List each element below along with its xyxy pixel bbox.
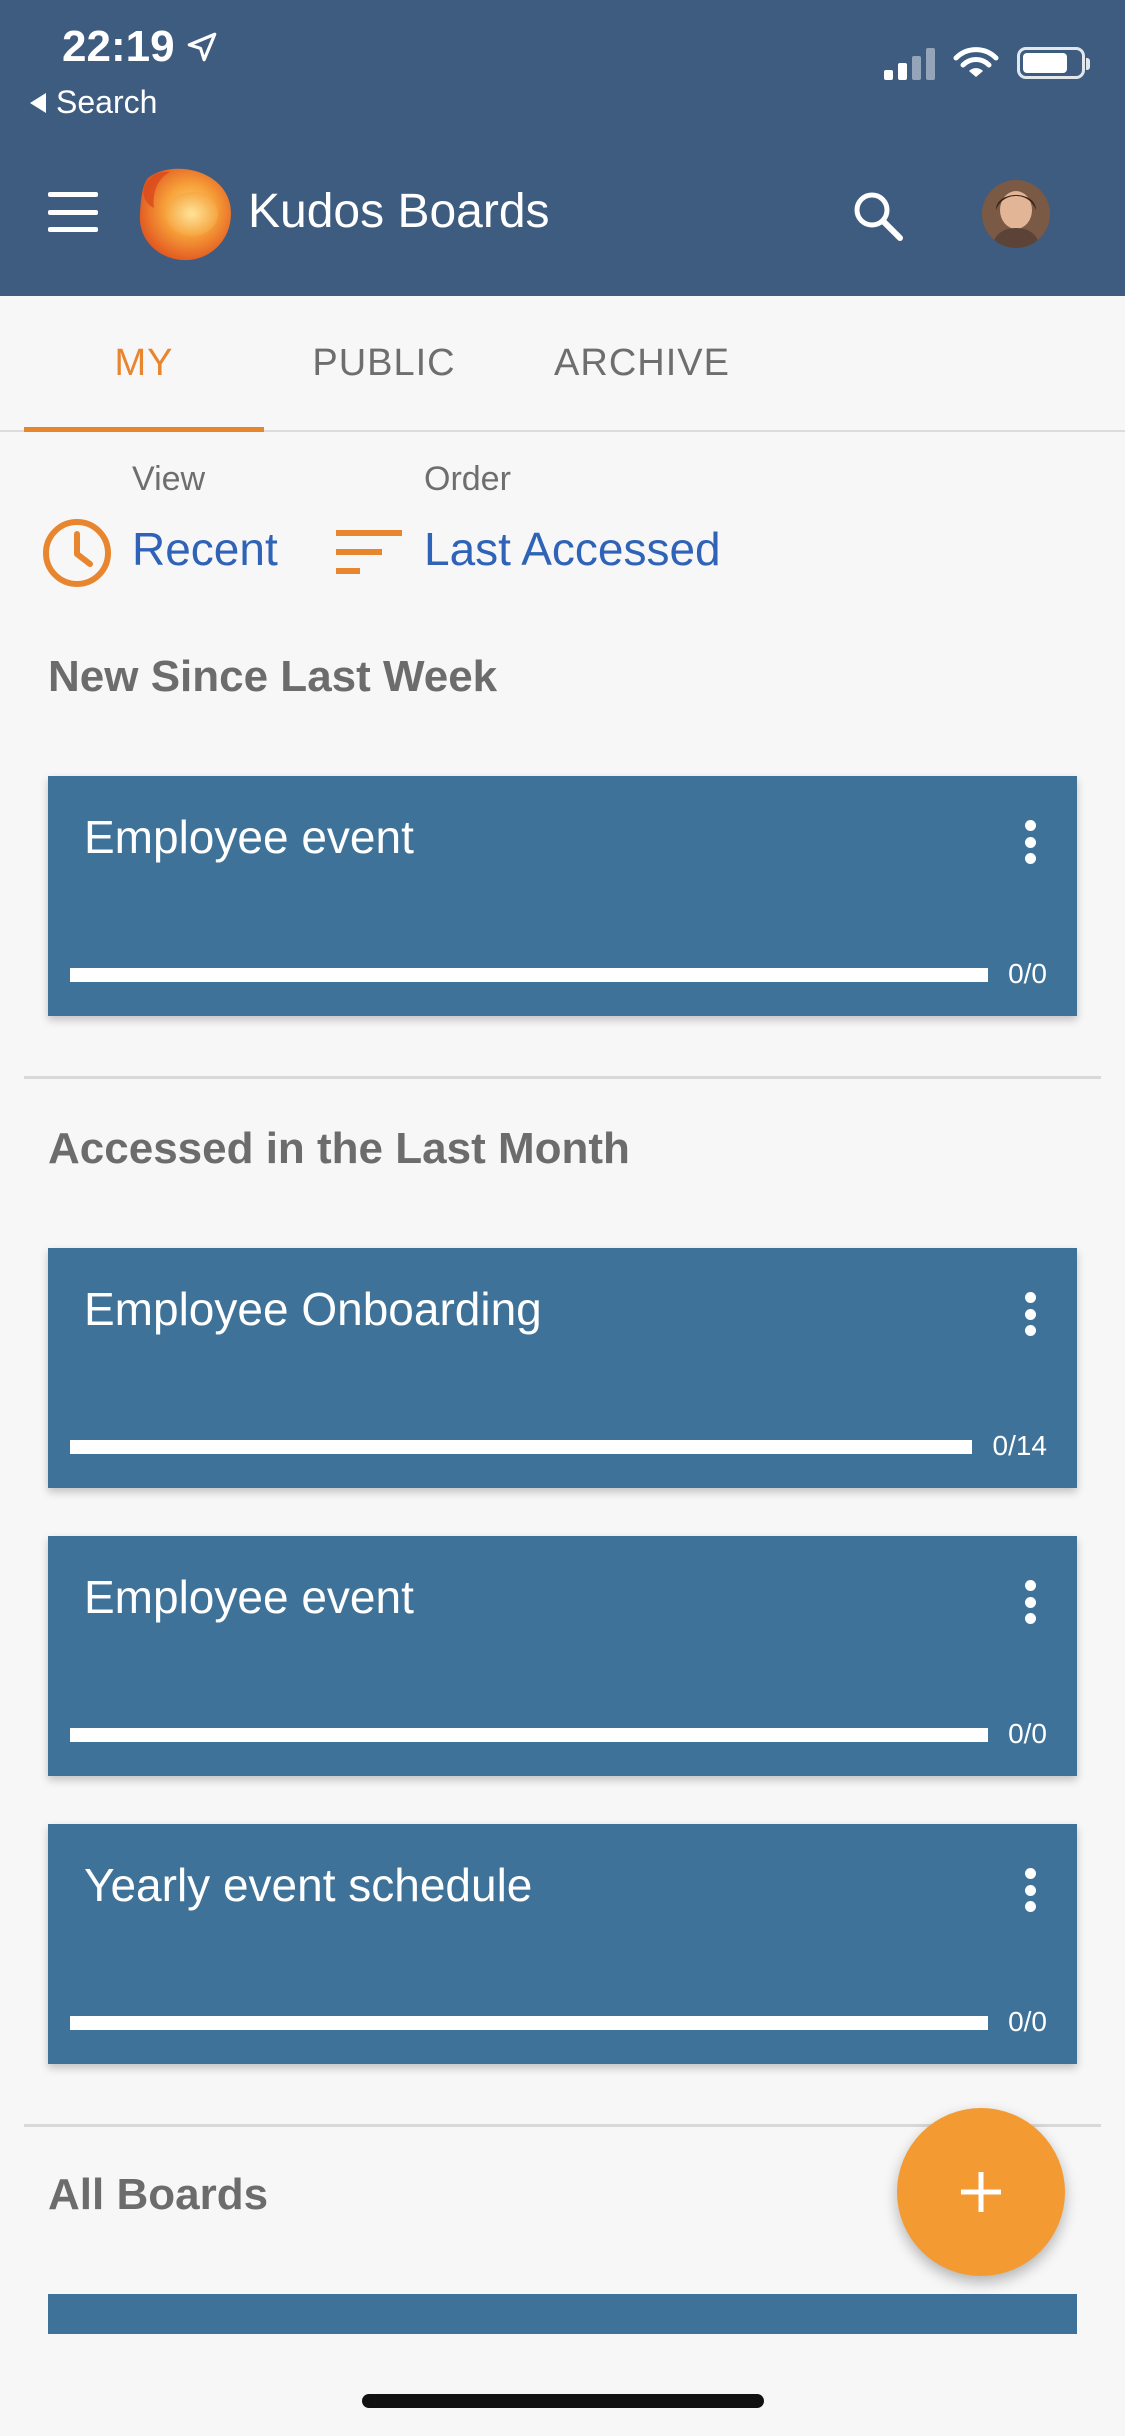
tab-archive-label: ARCHIVE: [554, 341, 730, 384]
search-icon[interactable]: [848, 186, 908, 246]
board-progress-count: 0/0: [1008, 2006, 1047, 2037]
board-progress-bar: [70, 1728, 988, 1742]
board-progress-count: 0/0: [1008, 958, 1047, 989]
more-vertical-icon[interactable]: [1023, 820, 1037, 864]
status-time-text: 22:19: [62, 22, 175, 71]
board-card[interactable]: Employee event 0/0: [48, 776, 1077, 1016]
board-card[interactable]: [48, 2294, 1077, 2334]
back-to-search-label: Search: [56, 84, 158, 120]
section-title-accessed-last-month: Accessed in the Last Month: [48, 1124, 630, 1173]
board-tabs: MY PUBLIC ARCHIVE: [0, 296, 1125, 432]
avatar-image: [982, 180, 1050, 248]
hamburger-icon-bar: [48, 227, 98, 232]
screen: 22:19 Search Kudos Boards MY PUBLIC ARCH…: [0, 0, 1125, 2436]
more-vertical-icon[interactable]: [1023, 1868, 1037, 1912]
board-card-title: Employee event: [84, 1571, 414, 1623]
tab-my-label: MY: [114, 341, 174, 384]
kudos-logo-icon: [139, 168, 231, 261]
tab-public-label: PUBLIC: [312, 341, 456, 384]
app-bar: 22:19 Search Kudos Boards: [0, 0, 1125, 296]
section-title-new-since-last-week: New Since Last Week: [48, 652, 498, 701]
add-board-button[interactable]: [897, 2108, 1065, 2276]
view-select[interactable]: Recent: [132, 522, 278, 576]
board-progress-count: 0/0: [1008, 1718, 1047, 1749]
hamburger-icon-bar: [48, 192, 98, 197]
hamburger-menu-button[interactable]: [48, 192, 98, 232]
back-triangle-icon: [30, 92, 46, 113]
clock-icon[interactable]: [40, 516, 114, 590]
view-label: View: [132, 460, 206, 498]
board-progress-bar: [70, 2016, 988, 2030]
user-avatar[interactable]: [982, 180, 1050, 248]
home-indicator: [362, 2394, 764, 2408]
status-time: 22:19: [62, 22, 219, 72]
board-progress-count: 0/14: [992, 1430, 1048, 1461]
board-card-title: Employee Onboarding: [84, 1283, 542, 1335]
more-vertical-icon[interactable]: [1023, 1580, 1037, 1624]
wifi-icon: [953, 47, 999, 77]
more-vertical-icon[interactable]: [1023, 1292, 1037, 1336]
board-card-title: Employee event: [84, 811, 414, 863]
sort-icon[interactable]: [336, 528, 402, 576]
status-icons: [884, 46, 1090, 80]
back-to-search-button[interactable]: Search: [30, 84, 157, 121]
location-arrow-icon: [187, 32, 216, 62]
board-progress-bar: [70, 968, 988, 982]
tab-public[interactable]: PUBLIC: [264, 296, 504, 430]
plus-icon: [961, 2172, 1001, 2212]
cellular-signal-icon: [884, 46, 935, 80]
board-card[interactable]: Employee event 0/0: [48, 1536, 1077, 1776]
order-select[interactable]: Last Accessed: [424, 522, 721, 576]
board-card[interactable]: Yearly event schedule 0/0: [48, 1824, 1077, 2064]
hamburger-icon-bar: [48, 209, 98, 215]
board-progress-bar: [70, 1440, 972, 1454]
order-label: Order: [424, 460, 511, 498]
tab-archive[interactable]: ARCHIVE: [514, 296, 770, 430]
battery-icon: [1017, 47, 1090, 79]
section-divider: [24, 1076, 1101, 1079]
board-card-title: Yearly event schedule: [84, 1859, 533, 1911]
tab-my[interactable]: MY: [24, 296, 264, 432]
board-card[interactable]: Employee Onboarding 0/14: [48, 1248, 1077, 1488]
section-title-all-boards: All Boards: [48, 2170, 269, 2219]
app-title: Kudos Boards: [248, 185, 550, 238]
